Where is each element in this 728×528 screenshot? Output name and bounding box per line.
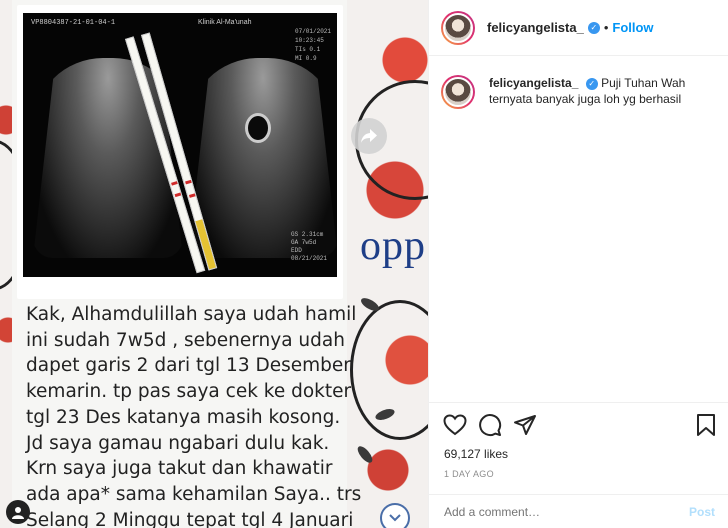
scan-info: 07/01/2021 10:23:45 TIs 0.1 MI 0.9: [295, 27, 331, 63]
message-line: ada apa* sama kehamilan Saya.. trs: [26, 483, 362, 505]
action-bar: [429, 403, 728, 447]
post-header: felicyangelista_ ✓ • Follow: [429, 0, 728, 56]
message-line: Jd saya gamau ngabari dulu kak.: [26, 432, 330, 454]
decor-leaf: [355, 443, 375, 466]
message-line: tgl 23 Des katanya masih kosong.: [26, 406, 341, 428]
likes-count[interactable]: 69,127 likes: [429, 447, 728, 461]
message-line: Kak, Alhamdulillah saya udah hamil: [26, 304, 357, 325]
user-avatar-icon: [6, 500, 30, 524]
caption: felicyangelista_ ✓ Puji Tuhan Wah ternya…: [489, 75, 716, 109]
separator-dot: •: [603, 20, 609, 35]
message-line: dapet garis 2 dari tgl 13 Desember: [26, 355, 351, 377]
test-band: [188, 193, 196, 198]
test-band: [174, 192, 182, 198]
scan-measure-line: EDD 08/21/2021: [291, 247, 328, 262]
wallpaper-text: opp: [360, 223, 426, 269]
heart-icon[interactable]: [442, 412, 468, 438]
scan-info-line: 10:23:45: [295, 37, 324, 44]
test-band: [171, 181, 178, 186]
actions-area: 69,127 likes 1 DAY AGO: [429, 402, 728, 479]
caption-row: felicyangelista_ ✓ Puji Tuhan Wah ternya…: [429, 56, 728, 109]
avatar-image: [443, 77, 473, 107]
comment-form: Post: [429, 494, 728, 528]
scan-info-line: MI 0.9: [295, 55, 317, 62]
paper-plane-icon[interactable]: [512, 412, 538, 438]
chevron-down-icon[interactable]: [380, 503, 410, 528]
avatar[interactable]: [441, 75, 475, 109]
scan-id: VP8804387-21-01-04-1: [31, 19, 116, 27]
scan-cone-right: [188, 58, 337, 258]
scan-info-line: 07/01/2021: [295, 28, 332, 35]
avatar-image: [443, 12, 473, 43]
scan-measure-line: GS 2.31cm: [291, 231, 324, 238]
avatar[interactable]: [441, 10, 475, 45]
username-link[interactable]: felicyangelista_: [487, 20, 584, 35]
scan-clinic: Klinik Al-Ma'unah: [198, 19, 252, 26]
decor-leaf: [359, 295, 381, 314]
test-band: [185, 179, 192, 185]
follow-button[interactable]: Follow: [612, 20, 653, 35]
verified-badge-icon: ✓: [587, 21, 600, 34]
scan-measure-line: GA 7w5d: [291, 239, 317, 246]
scan-measurements: GS 2.31cm GA 7w5d EDD 08/21/2021: [291, 231, 337, 263]
caption-username[interactable]: felicyangelista_: [489, 76, 578, 90]
decor-vine: [350, 300, 428, 440]
message-line: Krn saya juga takut dan khawatir: [26, 458, 333, 480]
chat-message: Kak, Alhamdulillah saya udah hamil ini s…: [26, 302, 362, 528]
comment-icon[interactable]: [477, 412, 503, 438]
scan-info-line: TIs 0.1: [295, 46, 321, 53]
gestational-sac: [245, 113, 271, 143]
post-media: opp VP8804387-21-01-04-1 Klinik Al-Ma'un…: [0, 0, 428, 528]
verified-badge-icon: ✓: [585, 77, 598, 90]
message-line: kemarin. tp pas saya cek ke dokter: [26, 381, 352, 403]
comment-input[interactable]: [444, 504, 664, 519]
bookmark-icon[interactable]: [693, 412, 719, 438]
post-button[interactable]: Post: [689, 505, 715, 519]
ultrasound-photo: VP8804387-21-01-04-1 Klinik Al-Ma'unah 0…: [17, 5, 343, 299]
post-sidebar: felicyangelista_ ✓ • Follow felicyangeli…: [428, 0, 728, 528]
message-line: ini sudah 7w5d , sebenernya udah: [26, 329, 345, 351]
share-arrow-icon[interactable]: [351, 118, 387, 154]
post-timestamp[interactable]: 1 DAY AGO: [429, 469, 728, 479]
message-line: Selang 2 Minggu tepat tgl 4 Januari: [26, 509, 354, 528]
